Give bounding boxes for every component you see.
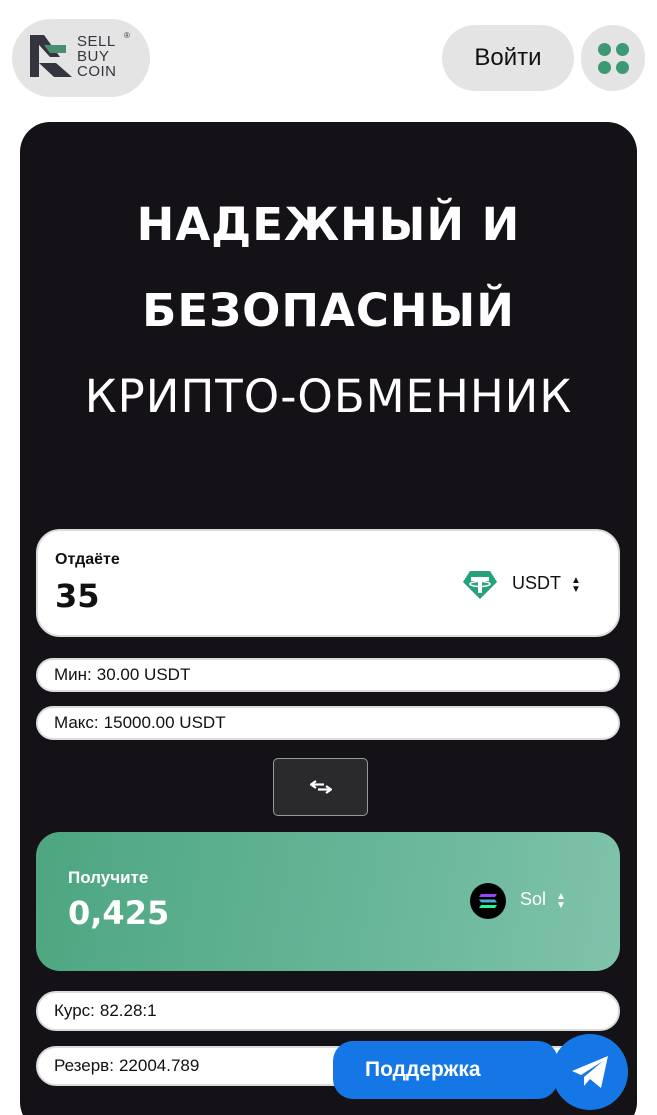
receive-currency-select[interactable]: Sol ▲ ▼ bbox=[470, 883, 566, 919]
hero-title-line-2: БЕЗОПАСНЫЙ bbox=[142, 284, 515, 337]
receive-amount: 0,425 bbox=[68, 894, 170, 932]
min-limit: Мин: 30.00 USDT bbox=[36, 658, 620, 692]
registered-mark: ® bbox=[124, 31, 130, 40]
sort-arrows-icon: ▲ ▼ bbox=[556, 891, 566, 911]
sort-arrows-icon: ▲ ▼ bbox=[571, 575, 581, 595]
logo-line-coin: COIN bbox=[77, 63, 117, 80]
login-button[interactable]: Войти bbox=[442, 25, 574, 91]
min-value: 30.00 USDT bbox=[96, 665, 191, 684]
reserve-label: Резерв: bbox=[54, 1056, 114, 1075]
rate-label: Курс: bbox=[54, 1001, 95, 1020]
telegram-icon bbox=[572, 1056, 608, 1088]
logo[interactable]: SELL BUY COIN ® bbox=[12, 19, 150, 97]
receive-currency-name: Sol bbox=[520, 888, 547, 909]
hero-title-line-3: КРИПТО-ОБМЕННИК bbox=[84, 370, 573, 423]
max-limit: Макс: 15000.00 USDT bbox=[36, 706, 620, 740]
hero-title-line-1: НАДЕЖНЫЙ И bbox=[136, 198, 521, 251]
logo-line-buy: BUY bbox=[77, 48, 110, 65]
hero-title: НАДЕЖНЫЙ И БЕЗОПАСНЫЙ КРИПТО-ОБМЕННИК bbox=[20, 182, 637, 440]
menu-button[interactable] bbox=[581, 25, 645, 91]
swap-arrows-icon bbox=[309, 780, 332, 794]
receive-label: Получите bbox=[68, 868, 149, 887]
support-button[interactable]: Поддержка bbox=[333, 1041, 558, 1099]
give-amount-box[interactable]: Отдаёте 35 USDT ▲ ▼ bbox=[36, 529, 620, 637]
solana-icon bbox=[470, 883, 506, 919]
give-currency-select[interactable]: USDT ▲ ▼ bbox=[462, 570, 581, 600]
logo-mark-icon bbox=[30, 35, 72, 77]
swap-button[interactable] bbox=[273, 758, 368, 816]
give-currency-name: USDT bbox=[512, 572, 561, 593]
tether-icon bbox=[463, 571, 497, 599]
max-label: Макс: bbox=[54, 713, 99, 732]
give-label: Отдаёте bbox=[55, 551, 120, 568]
min-label: Мин: bbox=[54, 665, 92, 684]
give-amount-input[interactable]: 35 bbox=[55, 577, 100, 615]
max-value: 15000.00 USDT bbox=[103, 713, 226, 732]
logo-text: SELL BUY COIN bbox=[77, 34, 117, 79]
receive-amount-box[interactable]: Получите 0,425 Sol ▲ ▼ bbox=[36, 832, 620, 971]
logo-line-sell: SELL bbox=[77, 33, 116, 50]
reserve-value: 22004.789 bbox=[118, 1056, 200, 1075]
support-telegram-button[interactable] bbox=[552, 1034, 628, 1110]
exchange-rate: Курс: 82.28:1 bbox=[36, 991, 620, 1031]
rate-value: 82.28:1 bbox=[99, 1001, 157, 1020]
